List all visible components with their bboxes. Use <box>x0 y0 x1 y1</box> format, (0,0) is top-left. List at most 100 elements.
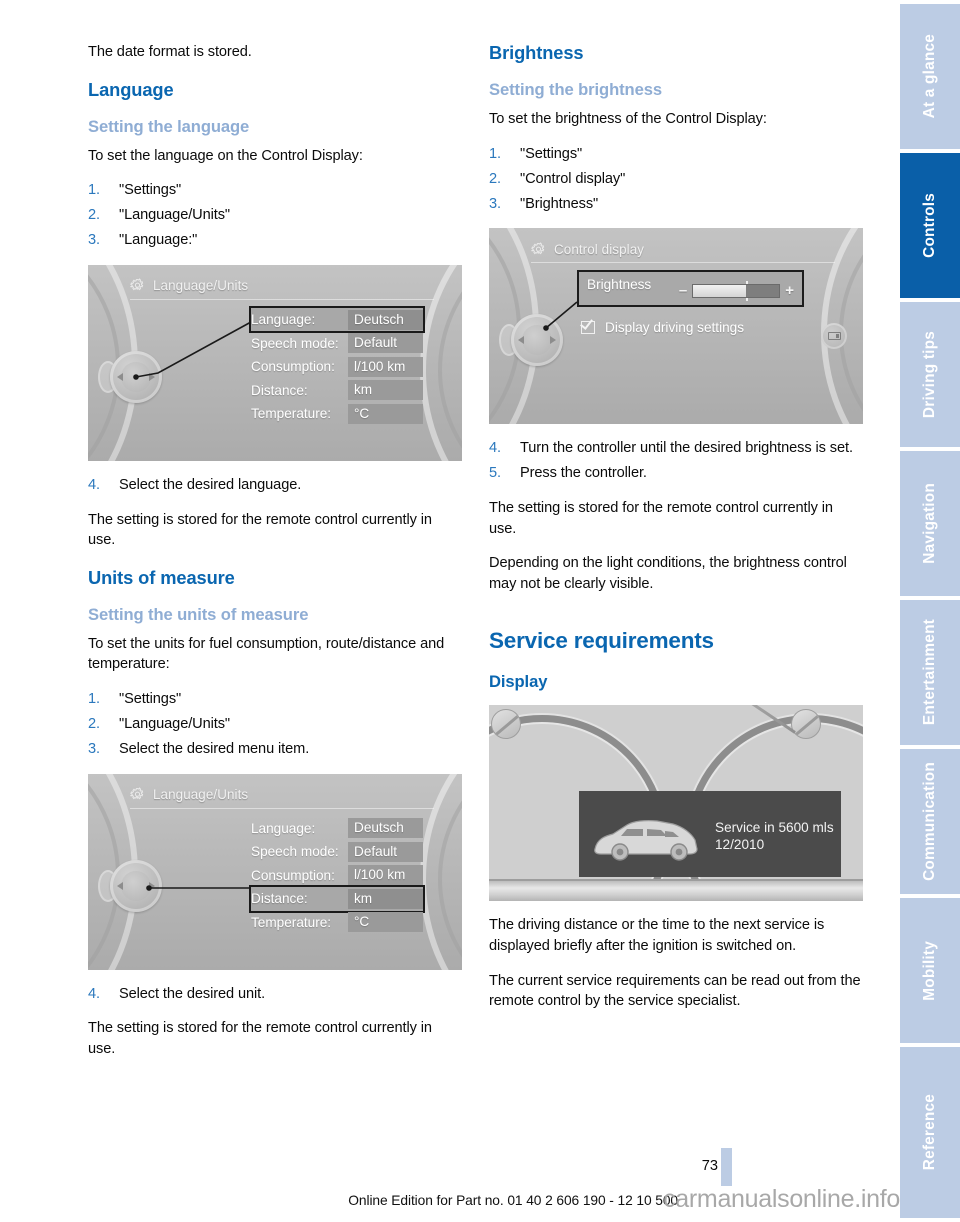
heading-brightness: Brightness <box>489 42 584 63</box>
header-divider <box>130 298 434 300</box>
controller-puck <box>98 350 162 403</box>
display-header: Control display <box>531 236 841 262</box>
language-closing-text: The setting is stored for the remote con… <box>88 511 432 549</box>
figure-language-units-display: Language/Units Language: Deutsch Speech … <box>88 264 462 461</box>
display-toggle-button[interactable] <box>821 323 847 350</box>
sidebar-item-driving-tips[interactable]: Driving tips <box>900 302 960 447</box>
edition-notice: Online Edition for Part no. 01 40 2 606 … <box>348 1193 678 1208</box>
step-text: "Language/Units" <box>119 716 230 733</box>
step-text: Select the desired menu item. <box>119 741 310 758</box>
decorative-arc <box>438 264 462 461</box>
menu-row-label: Language: <box>251 820 316 836</box>
subheading-setting-the-brightness: Setting the brightness <box>489 80 662 99</box>
heading-language: Language <box>88 78 174 100</box>
menu-row-value: l/100 km <box>348 865 423 886</box>
heading-units-of-measure: Units of measure <box>88 566 235 588</box>
menu-row-language[interactable]: Language: Deutsch <box>249 306 425 334</box>
step-number: 1. <box>88 182 100 199</box>
display-header: Language/Units <box>130 782 440 808</box>
brightness-slider-group[interactable]: – + <box>679 280 794 301</box>
figure-units-display: Language/Units Language: Deutsch Speech … <box>88 773 462 970</box>
menu-row-consumption[interactable]: Consumption: l/100 km <box>251 864 423 888</box>
menu-row-consumption[interactable]: Consumption: l/100 km <box>251 355 423 379</box>
arrow-left-icon <box>117 881 123 890</box>
step-text: Turn the controller until the desired br… <box>520 440 853 457</box>
units-lead-text: To set the units for fuel consumption, r… <box>88 635 445 673</box>
subheading-display: Display <box>489 672 548 692</box>
sidebar-item-label: Controls <box>921 193 938 258</box>
step-number: 1. <box>489 145 501 162</box>
brightness-setting-box[interactable]: Brightness – + <box>577 270 804 308</box>
menu-row-value: Default <box>348 841 423 862</box>
figure-service-display: Service in 5600 mls 12/2010 <box>489 705 863 902</box>
screen-icon <box>827 332 841 341</box>
sidebar-item-communication[interactable]: Communication <box>900 749 960 894</box>
language-lead-text: To set the language on the Control Displ… <box>88 147 363 164</box>
subheading-setting-units-of-measure: Setting the units of measure <box>88 604 309 624</box>
display-driving-settings-row[interactable]: Display driving settings <box>580 316 744 335</box>
decorative-arc <box>438 773 462 970</box>
units-steps-list: 1. "Settings" 2. "Language/Units" 3. Select… <box>88 689 462 760</box>
menu-row-label: Consumption: <box>251 867 335 883</box>
menu-row-value: km <box>348 888 423 909</box>
sidebar-item-at-a-glance[interactable]: At a glance <box>900 4 960 149</box>
sidebar-item-navigation[interactable]: Navigation <box>900 451 960 596</box>
controller-puck <box>499 314 563 367</box>
service-distance-line: Service in 5600 mls <box>715 820 834 836</box>
checkbox-icon[interactable] <box>580 316 595 335</box>
arrow-right-icon <box>149 372 155 381</box>
step-text: "Control display" <box>520 170 626 187</box>
list-item: 1. "Settings" <box>88 689 462 710</box>
page-marker-bar <box>721 1148 732 1186</box>
intro-paragraph: The date format is stored. <box>88 44 252 60</box>
header-divider <box>531 262 835 264</box>
header-divider <box>130 807 434 809</box>
step-text: Select the desired unit. <box>119 985 266 1002</box>
menu-row-temperature[interactable]: Temperature: °C <box>251 911 423 935</box>
menu-row-value: °C <box>348 403 423 424</box>
brightness-label: Brightness <box>587 277 652 293</box>
list-item: 4. Turn the controller until the desired … <box>489 438 863 459</box>
service-text-block: Service in 5600 mls 12/2010 <box>715 819 834 853</box>
vehicle-icon <box>594 820 698 862</box>
list-item: 4. Select the desired unit. <box>88 984 462 1005</box>
step-number: 2. <box>88 716 100 733</box>
service-paragraph-2: The current service requirements can be … <box>489 972 861 1010</box>
display-header: Language/Units <box>130 273 440 299</box>
watermark-text: carmanualsonline.info <box>663 1185 900 1213</box>
sidebar-item-controls[interactable]: Controls <box>900 153 960 298</box>
menu-row-value: °C <box>348 912 423 933</box>
step-text: "Language/Units" <box>119 207 230 224</box>
units-closing-text: The setting is stored for the remote con… <box>88 1020 432 1057</box>
service-date-line: 12/2010 <box>715 837 765 853</box>
list-item: 2. "Language/Units" <box>88 205 462 226</box>
menu-row-label: Speech mode: <box>251 844 339 860</box>
menu-row-distance[interactable]: Distance: km <box>249 885 425 913</box>
step-number: 1. <box>88 690 100 707</box>
menu-row-distance[interactable]: Distance: km <box>251 378 423 402</box>
menu-row-language[interactable]: Language: Deutsch <box>251 817 423 841</box>
step-text: "Settings" <box>520 145 583 162</box>
menu-row-value: l/100 km <box>348 356 423 377</box>
sidebar-item-label: Mobility <box>921 940 938 1001</box>
menu-row-value: Deutsch <box>348 818 423 839</box>
units-step4-list: 4. Select the desired unit. <box>88 984 462 1005</box>
list-item: 3. "Language:" <box>88 230 462 251</box>
plus-icon[interactable]: + <box>785 283 794 298</box>
slider-tick-bottom <box>745 297 748 301</box>
minus-icon[interactable]: – <box>679 283 687 298</box>
step-number: 5. <box>489 465 501 482</box>
menu-row-value: Deutsch <box>348 309 423 330</box>
brightness-slider[interactable] <box>692 280 781 301</box>
sidebar-item-mobility[interactable]: Mobility <box>900 898 960 1043</box>
sidebar-item-reference[interactable]: Reference <box>900 1047 960 1218</box>
step-text: "Settings" <box>119 182 182 199</box>
step-number: 2. <box>489 170 501 187</box>
gear-icon <box>130 787 145 802</box>
menu-row-temperature[interactable]: Temperature: °C <box>251 402 423 426</box>
menu-row-speech-mode[interactable]: Speech mode: Default <box>251 331 423 355</box>
menu-row-speech-mode[interactable]: Speech mode: Default <box>251 840 423 864</box>
sidebar-item-entertainment[interactable]: Entertainment <box>900 600 960 745</box>
list-item: 3. Select the desired menu item. <box>88 739 462 760</box>
display-title: Control display <box>554 241 645 257</box>
